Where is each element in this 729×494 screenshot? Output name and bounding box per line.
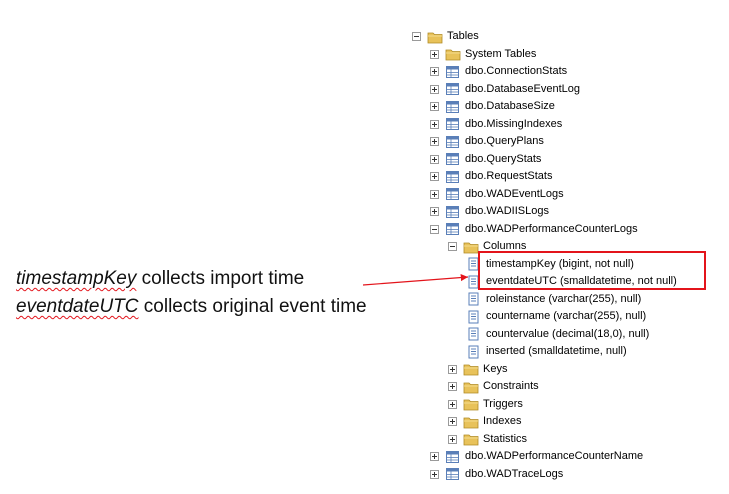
- annotation-text-1: collects import time: [136, 268, 305, 289]
- annotation-arrow: [362, 273, 469, 286]
- annotation-line-2: eventdateUTC collects original event tim…: [16, 296, 367, 318]
- annotation-line-1: timestampKey collects import time: [16, 268, 304, 290]
- annotation-text-2: collects original event time: [138, 296, 367, 317]
- annotation-keyword-timestampkey: timestampKey: [16, 268, 137, 289]
- annotation-keyword-eventdateutc: eventdateUTC: [16, 296, 139, 317]
